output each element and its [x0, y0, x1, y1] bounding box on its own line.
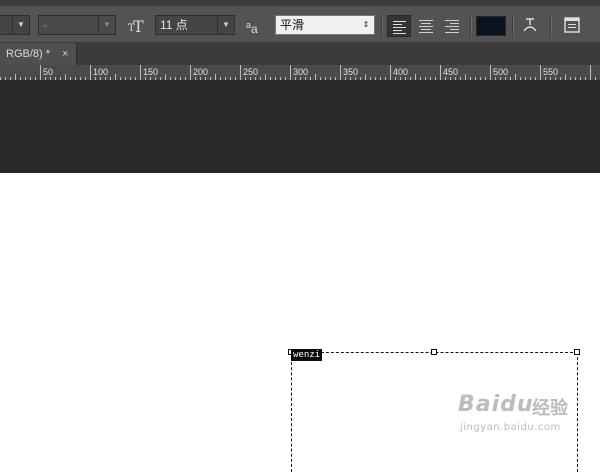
warp-text-icon[interactable] — [520, 15, 540, 35]
document-tab-title: RGB/8) * — [6, 48, 51, 60]
ruler-label: 150 — [143, 67, 158, 77]
ruler-label: 300 — [293, 67, 308, 77]
ruler-label: 450 — [443, 67, 458, 77]
chevron-down-icon: ▼ — [98, 16, 115, 34]
align-center-icon — [419, 20, 433, 33]
resize-handle-top-right[interactable] — [574, 349, 580, 355]
separator — [470, 15, 472, 37]
text-align-group — [387, 15, 467, 37]
ruler-label: 50 — [43, 67, 53, 77]
text-layer-content[interactable]: wenzi — [291, 349, 323, 361]
align-left-icon — [393, 21, 406, 34]
font-family-value: - — [43, 18, 47, 32]
font-size-icon: T T — [127, 15, 147, 36]
font-style-select[interactable]: ▼ — [0, 15, 30, 35]
watermark: Baidu 经验 jingyan.baidu.com — [458, 392, 598, 438]
antialias-icon: aa — [246, 15, 266, 36]
font-size-select[interactable]: 11 点 ▼ — [155, 15, 235, 35]
separator — [381, 15, 383, 37]
ruler-label: 550 — [543, 67, 558, 77]
document-tab[interactable]: RGB/8) * × — [0, 43, 77, 65]
ruler-label: 250 — [243, 67, 258, 77]
font-size-value: 11 点 — [160, 18, 188, 32]
pasteboard — [0, 81, 600, 173]
ruler-label: 100 — [93, 67, 108, 77]
align-right-button[interactable] — [440, 15, 464, 37]
separator — [512, 15, 514, 37]
character-panel-icon[interactable] — [562, 15, 582, 35]
ruler-label: 350 — [343, 67, 358, 77]
watermark-url: jingyan.baidu.com — [460, 422, 561, 433]
watermark-cn: 经验 — [532, 398, 568, 419]
ruler-ticks: 50 100 150 200 250 300 350 400 450 500 550 — [0, 65, 596, 80]
watermark-brand: Baidu — [458, 392, 534, 417]
text-color-swatch[interactable] — [476, 16, 506, 36]
separator — [550, 15, 552, 37]
align-right-icon — [445, 20, 459, 33]
options-bar: ▼ - ▼ T T 11 点 ▼ aa 平滑 ⇕ — [0, 6, 600, 43]
antialias-a: a — [251, 22, 258, 36]
svg-text:T: T — [133, 17, 144, 35]
updown-arrows-icon: ⇕ — [362, 20, 370, 29]
align-center-button[interactable] — [414, 15, 438, 37]
ruler-label: 500 — [493, 67, 508, 77]
resize-handle-top-center[interactable] — [431, 349, 437, 355]
chevron-down-icon: ▼ — [12, 16, 29, 34]
antialias-select[interactable]: 平滑 ⇕ — [275, 15, 375, 35]
align-left-button[interactable] — [387, 15, 411, 37]
horizontal-ruler: 50 100 150 200 250 300 350 400 450 500 550 — [0, 65, 600, 81]
document-tab-bar: RGB/8) * × — [0, 43, 600, 65]
ruler-label: 200 — [193, 67, 208, 77]
chevron-down-icon: ▼ — [217, 16, 234, 34]
close-icon[interactable]: × — [62, 43, 68, 65]
font-family-select[interactable]: - ▼ — [38, 15, 116, 35]
ruler-label: 400 — [393, 67, 408, 77]
antialias-value: 平滑 — [280, 18, 305, 32]
